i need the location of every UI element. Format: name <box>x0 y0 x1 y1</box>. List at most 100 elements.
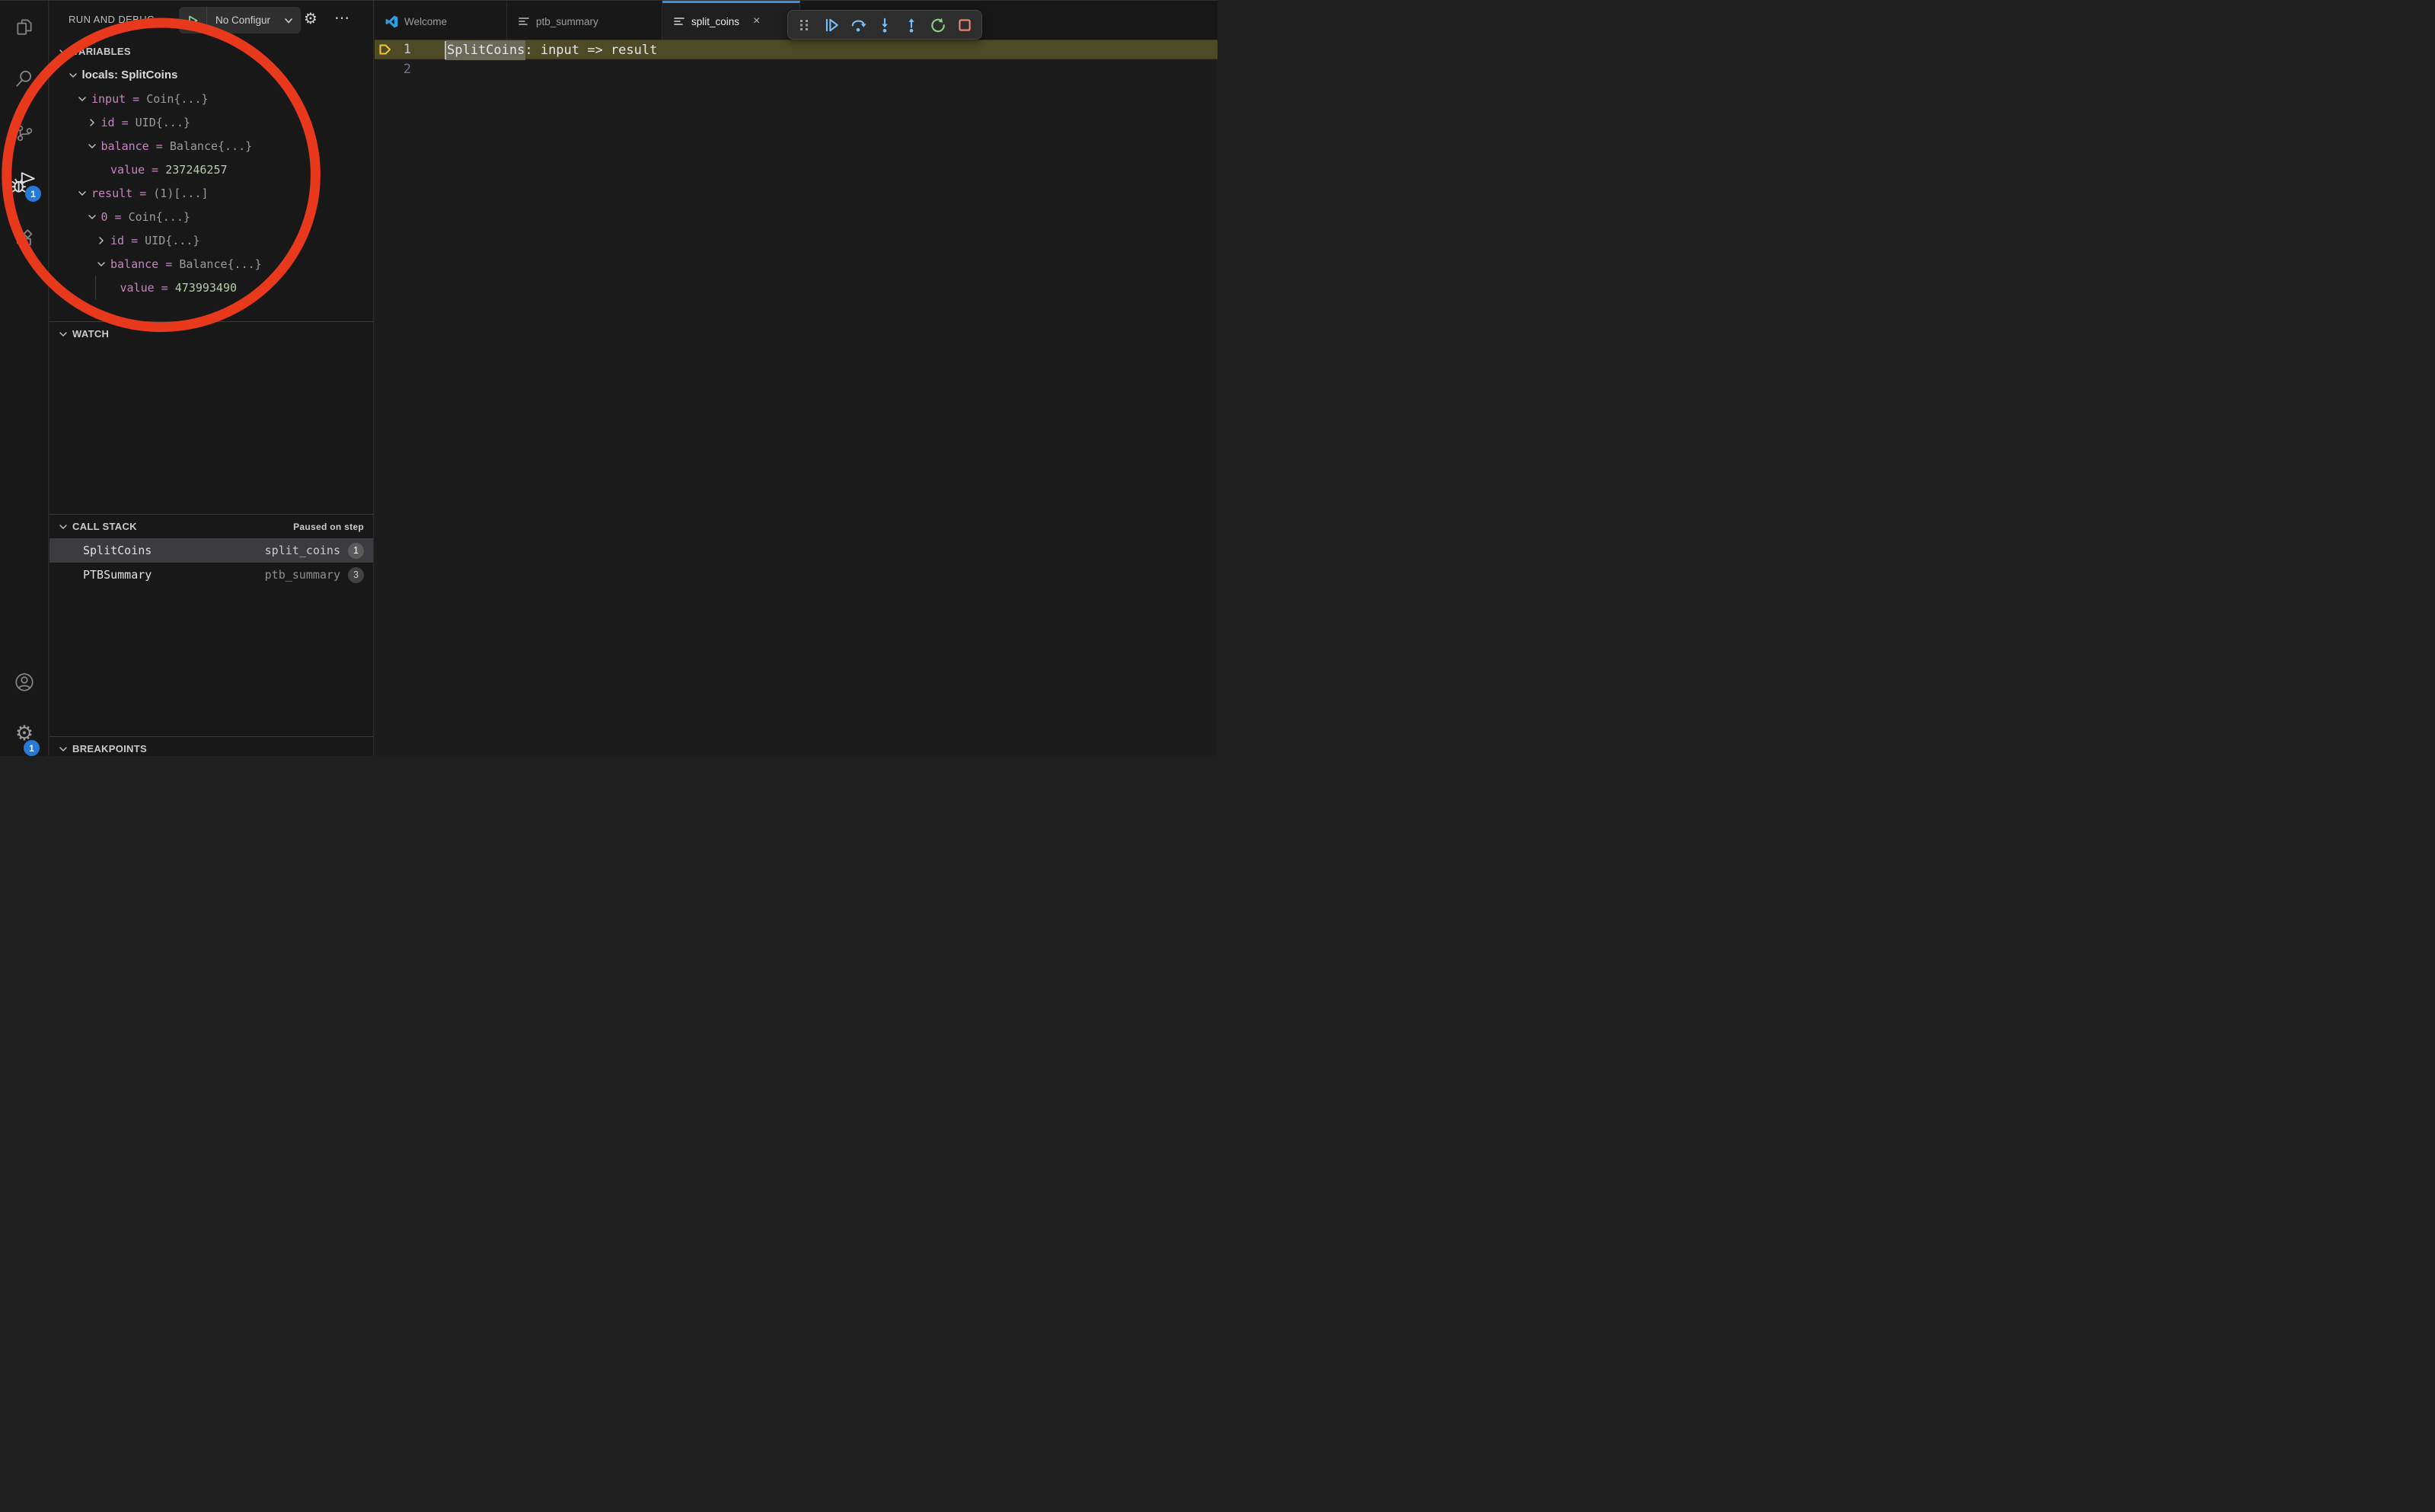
variable-value: UID{...} <box>136 116 190 129</box>
chevron-right-icon <box>95 234 107 247</box>
debug-toolbar <box>787 10 982 40</box>
variable-name: value <box>110 163 145 177</box>
call-stack-header[interactable]: CALL STACK Paused on step <box>49 515 373 538</box>
source-control-icon <box>14 123 34 143</box>
watch-section: WATCH <box>49 321 373 514</box>
gutter[interactable]: 1 <box>375 40 447 59</box>
accounts-button[interactable] <box>0 662 49 702</box>
variable-row[interactable]: value = 473993490 <box>49 276 373 299</box>
breakpoints-section: BREAKPOINTS <box>49 736 373 756</box>
scope-label: locals: SplitCoins <box>82 69 178 81</box>
call-stack-section: CALL STACK Paused on step SplitCoinsspli… <box>49 514 373 587</box>
frame-file: ptb_summary <box>265 568 340 582</box>
variable-value: 237246257 <box>165 163 227 177</box>
list-file-icon <box>518 15 530 27</box>
files-icon <box>14 17 34 37</box>
tab-welcome[interactable]: Welcome <box>375 1 507 40</box>
variable-row[interactable]: balance = Balance{...} <box>49 134 373 158</box>
sidebar-header: RUN AND DEBUG No Configur ⚙ ⋯ <box>49 1 373 40</box>
continue-icon <box>823 17 840 33</box>
gutter[interactable]: 2 <box>375 59 447 79</box>
variable-name: input <box>91 92 126 106</box>
text-cursor <box>445 41 446 59</box>
search-icon <box>14 69 34 88</box>
variable-name: result <box>91 187 132 200</box>
start-debug-button[interactable] <box>179 7 207 33</box>
settings-badge: 1 <box>24 740 40 756</box>
variable-row[interactable]: result = (1)[...] <box>49 181 373 205</box>
sidebar-item-search[interactable] <box>0 59 49 98</box>
variable-value: Balance{...} <box>170 139 252 153</box>
call-stack-frame[interactable]: SplitCoinssplit_coins1 <box>49 538 373 563</box>
variable-value: Coin{...} <box>146 92 208 106</box>
step-over-icon <box>850 17 866 33</box>
line-number: 2 <box>404 59 411 79</box>
code-line-current: 1 SplitCoins: input => result <box>375 40 1218 59</box>
list-file-icon <box>673 15 685 27</box>
chevron-down-icon <box>67 69 79 81</box>
variable-name: id <box>101 116 115 129</box>
restart-icon <box>930 17 946 33</box>
indent-guide <box>95 276 96 299</box>
call-stack-frame[interactable]: PTBSummaryptb_summary3 <box>49 563 373 587</box>
variable-name: id <box>110 234 124 247</box>
debug-badge: 1 <box>25 186 41 202</box>
step-into-icon <box>876 17 893 33</box>
variable-name: balance <box>110 257 158 271</box>
debug-sidebar: RUN AND DEBUG No Configur ⚙ ⋯ <box>49 1 374 756</box>
chevron-down-icon <box>76 187 88 199</box>
sidebar-item-run-and-debug[interactable]: 1 <box>0 164 49 203</box>
chevron-down-icon <box>57 46 69 58</box>
continue-button[interactable] <box>822 16 841 34</box>
frame-file: split_coins <box>265 544 340 557</box>
code-area[interactable]: 1 SplitCoins: input => result 2 <box>375 40 1218 756</box>
tab-label: ptb_summary <box>536 16 598 27</box>
more-actions-icon[interactable]: ⋯ <box>334 8 350 27</box>
play-icon <box>186 14 199 27</box>
tab-ptb-summary[interactable]: ptb_summary <box>507 1 662 40</box>
variables-scope-row[interactable]: locals: SplitCoins <box>49 63 373 87</box>
step-out-icon <box>903 17 920 33</box>
step-out-button[interactable] <box>902 16 921 34</box>
vscode-window: 1 ⚙ 1 RUN AND DEBUG <box>0 0 1218 756</box>
variable-row[interactable]: input = Coin{...} <box>49 87 373 110</box>
variable-row[interactable]: 0 = Coin{...} <box>49 205 373 228</box>
chevron-down-icon <box>95 258 107 270</box>
chevron-down-icon <box>57 743 69 755</box>
sidebar-item-explorer[interactable] <box>0 7 49 46</box>
variable-row[interactable]: id = UID{...} <box>49 228 373 252</box>
variable-value: (1)[...] <box>153 187 208 200</box>
debug-settings-gear-icon[interactable]: ⚙ <box>304 11 318 26</box>
tab-label: Welcome <box>404 16 447 27</box>
watch-header[interactable]: WATCH <box>49 322 373 346</box>
editor-group: Welcome ptb_summary split_coins × <box>375 1 1218 756</box>
sidebar-item-extensions[interactable] <box>0 218 49 257</box>
stop-icon <box>956 17 973 33</box>
variable-value: Coin{...} <box>129 210 190 224</box>
extensions-icon <box>14 228 35 248</box>
account-icon <box>14 671 35 693</box>
chevron-right-icon <box>86 116 98 129</box>
config-dropdown[interactable]: No Configur <box>207 14 279 26</box>
stop-button[interactable] <box>956 16 974 34</box>
variable-row[interactable]: value = 237246257 <box>49 158 373 181</box>
sidebar-item-source-control[interactable] <box>0 113 49 153</box>
code-text: SplitCoins: input => result <box>447 40 657 60</box>
toolbar-drag-grip[interactable] <box>796 16 814 34</box>
tab-split-coins[interactable]: split_coins × <box>662 1 800 40</box>
call-stack-list: SplitCoinssplit_coins1PTBSummaryptb_summ… <box>49 538 373 587</box>
variable-row[interactable]: id = UID{...} <box>49 110 373 134</box>
step-into-button[interactable] <box>876 16 894 34</box>
line-number: 1 <box>404 40 411 59</box>
restart-button[interactable] <box>929 16 947 34</box>
breakpoints-header[interactable]: BREAKPOINTS <box>49 737 373 756</box>
step-over-button[interactable] <box>849 16 867 34</box>
close-icon[interactable]: × <box>753 15 760 27</box>
variables-tree: locals: SplitCoinsinput = Coin{...}id = … <box>49 63 373 299</box>
chevron-down-icon <box>57 521 69 533</box>
variable-row[interactable]: balance = Balance{...} <box>49 252 373 276</box>
settings-button[interactable]: ⚙ 1 <box>0 713 49 753</box>
frame-line-badge: 3 <box>348 567 364 583</box>
variables-header[interactable]: VARIABLES <box>49 40 373 63</box>
chevron-down-icon[interactable] <box>279 14 298 27</box>
